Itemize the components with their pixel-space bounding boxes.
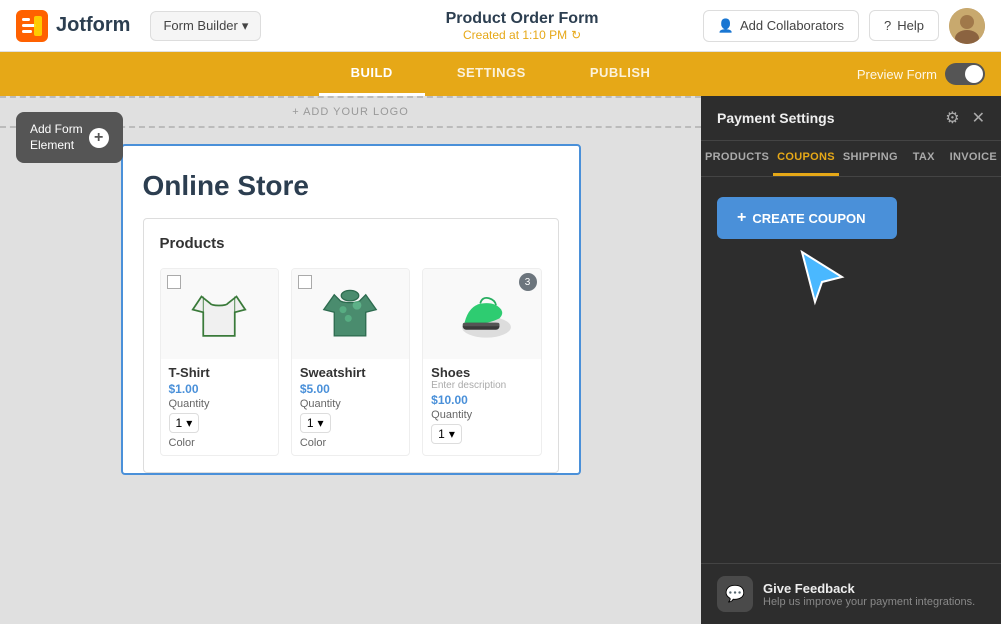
product-qty-label-tshirt: Quantity [169,398,270,410]
tab-bar: BUILD SETTINGS PUBLISH Preview Form [0,52,1001,96]
product-price-sweatshirt: $5.00 [300,382,401,396]
product-item-shoes: 3 [422,268,541,456]
panel-header: Payment Settings ⚙ ✕ [701,96,1001,141]
product-badge-shoes: 3 [519,273,537,291]
form-builder-button[interactable]: Form Builder ▾ [150,11,261,41]
feedback-widget: 💬 Give Feedback Help us improve your pay… [701,563,1001,624]
product-item-tshirt: T-Shirt $1.00 Quantity 1 ▾ [160,268,279,456]
qty-chevron-shoes: ▾ [449,427,455,441]
navbar-right: 👤 Add Collaborators ? Help [703,8,985,44]
feedback-title: Give Feedback [763,581,975,596]
product-price-shoes: $10.00 [431,393,532,407]
main-content: Add FormElement + + ADD YOUR LOGO Online… [0,96,1001,624]
logo-area: Jotform [16,10,130,42]
form-title: Product Order Form [341,10,702,28]
help-button[interactable]: ? Help [869,10,939,41]
settings-icon[interactable]: ⚙ [945,108,959,128]
panel-tab-products[interactable]: PRODUCTS [701,141,773,176]
panel-tab-coupons[interactable]: COUPONS [773,141,839,176]
add-form-element-button[interactable]: Add FormElement + [16,112,123,163]
preview-toggle[interactable] [945,63,985,85]
add-form-element-label: Add FormElement [30,122,83,153]
product-name-shoes: Shoes [431,365,532,380]
feedback-text-area: Give Feedback Help us improve your payme… [763,581,975,608]
panel-tab-tax[interactable]: TAX [902,141,946,176]
panel-tabs: PRODUCTS COUPONS SHIPPING TAX INVOICE [701,141,1001,177]
product-qty-select-sweatshirt[interactable]: 1 ▾ [300,413,401,433]
user-icon: 👤 [718,18,734,34]
tab-build[interactable]: BUILD [319,52,425,96]
product-info-tshirt: T-Shirt $1.00 Quantity 1 ▾ [161,359,278,455]
product-grid: T-Shirt $1.00 Quantity 1 ▾ [160,268,542,456]
product-color-label-tshirt: Color [169,437,270,449]
product-name-tshirt: T-Shirt [169,365,270,380]
tab-publish[interactable]: PUBLISH [558,52,683,96]
product-qty-select-shoes[interactable]: 1 ▾ [431,424,532,444]
plus-icon: + [89,128,109,148]
panel-body: + CREATE COUPON [701,177,1001,563]
products-label: Products [160,235,542,252]
sweatshirt-icon [315,279,385,349]
product-img-shoes: 3 [423,269,540,359]
qty-chevron-tshirt: ▾ [186,416,192,430]
product-desc-shoes: Enter description [431,380,532,391]
product-color-label-sweatshirt: Color [300,437,401,449]
preview-form-label: Preview Form [857,67,937,82]
create-coupon-label: CREATE COUPON [752,211,865,226]
cursor-arrow-icon [797,247,857,307]
product-img-tshirt [161,269,278,359]
create-coupon-button[interactable]: + CREATE COUPON [717,197,897,239]
help-label: Help [897,18,924,33]
add-collab-label: Add Collaborators [740,18,844,33]
logo-text: Jotform [56,14,130,37]
product-info-shoes: Shoes Enter description $10.00 Quantity … [423,359,540,450]
product-info-sweatshirt: Sweatshirt $5.00 Quantity 1 ▾ [292,359,409,455]
chevron-down-icon: ▾ [242,18,249,34]
add-collaborators-button[interactable]: 👤 Add Collaborators [703,10,859,42]
product-price-tshirt: $1.00 [169,382,270,396]
qty-value-tshirt: 1 [176,416,183,430]
product-checkbox-tshirt[interactable] [167,275,181,289]
feedback-chat-icon[interactable]: 💬 [717,576,753,612]
payment-panel: Payment Settings ⚙ ✕ PRODUCTS COUPONS SH… [701,96,1001,624]
tshirt-icon [184,279,254,349]
products-section: Products [143,218,559,473]
question-icon: ? [884,18,891,33]
form-subtitle-text: Created at 1:10 PM [463,28,567,42]
panel-tab-invoice[interactable]: INVOICE [946,141,1001,176]
create-coupon-plus-icon: + [737,209,746,227]
qty-value-shoes: 1 [438,427,445,441]
form-subtitle: Created at 1:10 PM ↻ [341,28,702,42]
panel-tab-shipping[interactable]: SHIPPING [839,141,902,176]
feedback-subtitle: Help us improve your payment integration… [763,596,975,608]
product-checkbox-sweatshirt[interactable] [298,275,312,289]
qty-value-sweatshirt: 1 [307,416,314,430]
product-qty-select-tshirt[interactable]: 1 ▾ [169,413,270,433]
form-card: Online Store Products [121,144,581,475]
avatar-image [949,8,985,44]
panel-icons: ⚙ ✕ [945,108,985,128]
product-item-sweatshirt: Sweatshirt $5.00 Quantity 1 ▾ [291,268,410,456]
avatar[interactable] [949,8,985,44]
tab-bar-left: BUILD SETTINGS PUBLISH [0,52,1001,96]
form-builder-label: Form Builder [163,18,237,33]
product-qty-label-shoes: Quantity [431,409,532,421]
navbar: Jotform Form Builder ▾ Product Order For… [0,0,1001,52]
product-img-sweatshirt [292,269,409,359]
jotform-logo-icon [16,10,48,42]
store-title: Online Store [143,170,559,202]
canvas-area: Add FormElement + + ADD YOUR LOGO Online… [0,96,701,624]
navbar-center: Product Order Form Created at 1:10 PM ↻ [341,10,702,42]
panel-title: Payment Settings [717,110,834,126]
qty-chevron-sweatshirt: ▾ [318,416,324,430]
refresh-icon: ↻ [571,28,581,42]
product-qty-label-sweatshirt: Quantity [300,398,401,410]
close-icon[interactable]: ✕ [972,108,985,128]
product-name-sweatshirt: Sweatshirt [300,365,401,380]
tab-settings[interactable]: SETTINGS [425,52,558,96]
shoes-icon [447,279,517,349]
preview-area: Preview Form [857,63,985,85]
